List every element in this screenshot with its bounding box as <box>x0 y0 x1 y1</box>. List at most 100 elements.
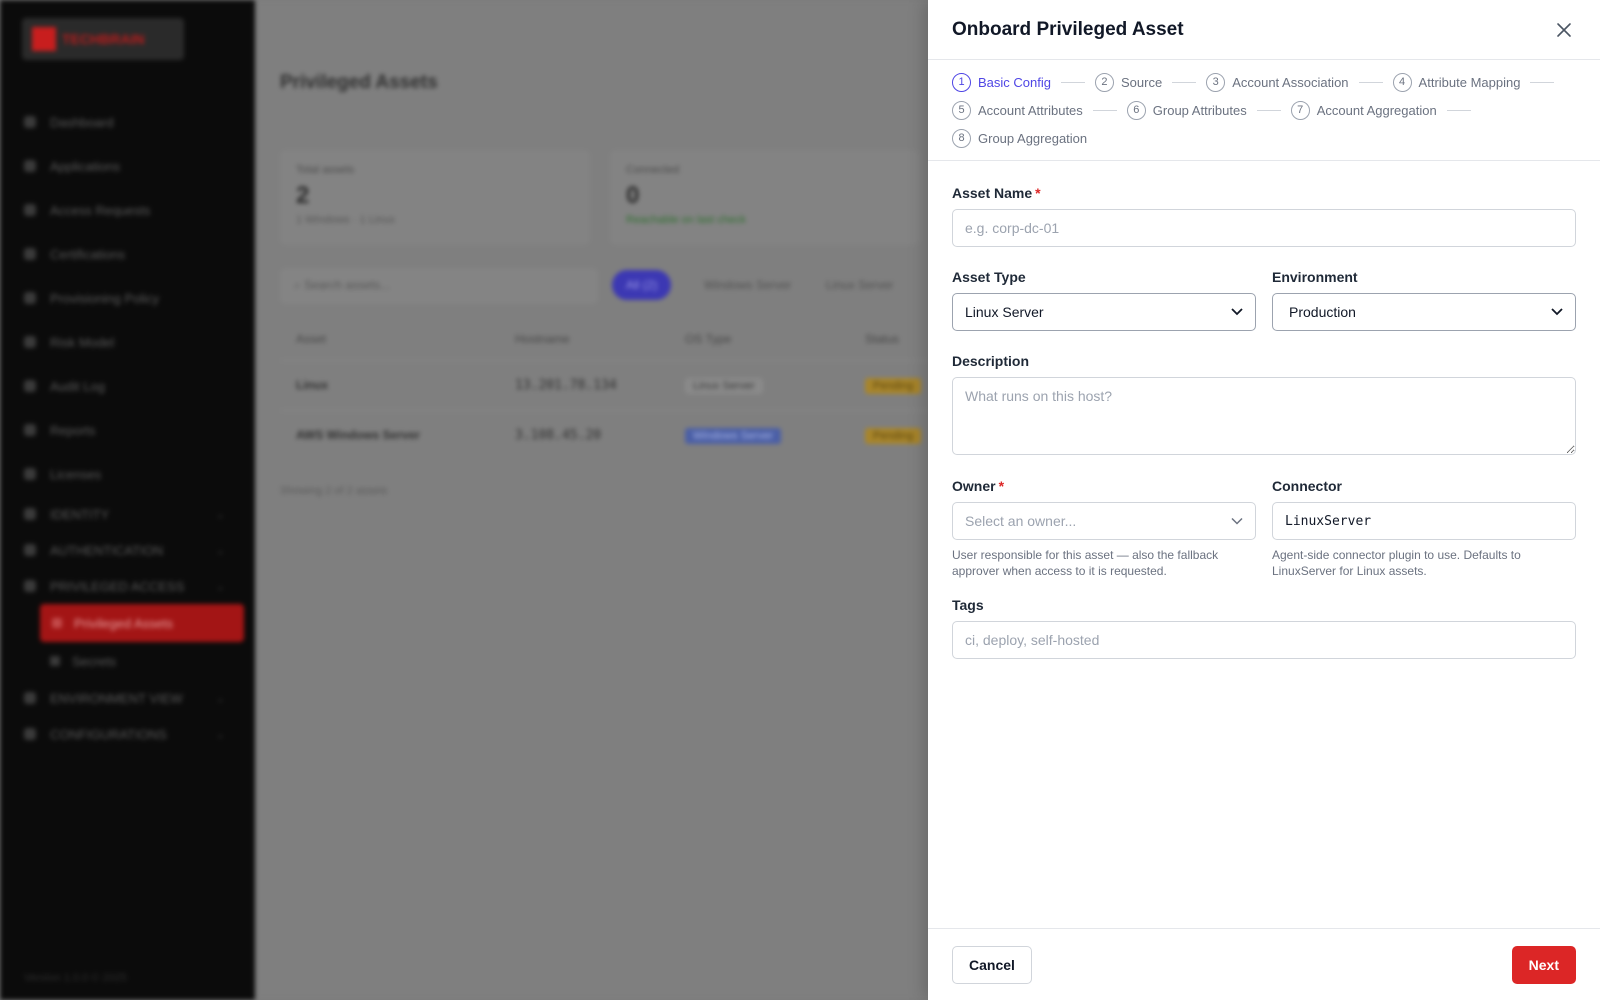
table-footnote: Showing 2 of 2 assets <box>280 485 388 497</box>
sidebar-item-secrets[interactable]: Secrets <box>0 642 255 680</box>
nav-icon <box>24 380 36 392</box>
step-account-association[interactable]: 3 Account Association <box>1206 72 1349 92</box>
cell-asset: AWS Windows Server <box>296 428 420 442</box>
asset-type-select[interactable]: Linux Server <box>952 293 1256 331</box>
filter-chip[interactable]: Windows Server <box>690 270 805 300</box>
environment-value: Production <box>1289 304 1356 320</box>
nav-icon <box>52 618 62 628</box>
type-env-row: Asset Type Linux Server Environment Prod… <box>952 269 1576 331</box>
step-label: Basic Config <box>978 74 1051 90</box>
nav-icon <box>24 508 36 520</box>
search-placeholder: Search assets... <box>304 278 391 292</box>
step-connector-line <box>1256 109 1281 111</box>
environment-select[interactable]: Production <box>1272 293 1576 331</box>
sidebar-item-label: ENVIRONMENT VIEW <box>50 690 183 706</box>
filter-chip[interactable]: Linux Server <box>812 270 907 300</box>
chevron-down-icon <box>1231 517 1243 525</box>
owner-placeholder: Select an owner... <box>965 513 1077 529</box>
asset-name-input[interactable] <box>952 209 1576 247</box>
sidebar-item[interactable]: Risk Model <box>0 320 255 364</box>
sidebar: TECHBRAIN Dashboard Applications Access … <box>0 0 255 1000</box>
sidebar-item-label: PRIVILEGED ACCESS <box>50 578 185 594</box>
sidebar-item-label: Risk Model <box>50 334 115 350</box>
tags-label: Tags <box>952 597 984 613</box>
owner-connector-row: Owner * Select an owner... User responsib… <box>952 478 1576 579</box>
asset-name-label: Asset Name * <box>952 185 1041 201</box>
step-account-aggregation[interactable]: 7 Account Aggregation <box>1290 100 1437 120</box>
nav-icon <box>24 336 36 348</box>
sidebar-item-label: Certifications <box>50 246 126 262</box>
step-number: 2 <box>1094 72 1114 92</box>
step-number: 7 <box>1290 100 1310 120</box>
sidebar-group[interactable]: PRIVILEGED ACCESS ⌄ <box>0 568 255 604</box>
sidebar-nav: Dashboard Applications Access Requests C… <box>0 100 255 752</box>
stat-label: Total assets <box>296 164 355 176</box>
stat-sub: Reachable on last check <box>626 214 746 226</box>
next-button[interactable]: Next <box>1511 945 1576 984</box>
assets-table: Asset Hostname OS Type Status Linux 13.2… <box>280 320 940 460</box>
description-textarea[interactable] <box>952 377 1576 455</box>
tags-input[interactable] <box>952 621 1576 659</box>
sidebar-item-label: Access Requests <box>50 202 151 218</box>
search-input[interactable]: ⌕ Search assets... <box>280 268 598 304</box>
step-account-attributes[interactable]: 5 Account Attributes <box>952 100 1083 120</box>
sidebar-group[interactable]: AUTHENTICATION ⌄ <box>0 532 255 568</box>
step-number: 1 <box>952 72 971 92</box>
step-source[interactable]: 2 Source <box>1094 72 1163 92</box>
nav-icon <box>24 468 36 480</box>
step-number: 5 <box>952 100 971 120</box>
step-attribute-mapping[interactable]: 4 Attribute Mapping <box>1392 72 1520 92</box>
drawer-title: Onboard Privileged Asset <box>952 18 1184 40</box>
sidebar-item-privileged-assets[interactable]: Privileged Assets <box>40 604 244 642</box>
status-badge: Pending <box>865 378 922 394</box>
sidebar-item[interactable]: Licenses <box>0 452 255 496</box>
nav-icon <box>50 656 60 666</box>
sidebar-item[interactable]: Reports <box>0 408 255 452</box>
step-group-aggregation[interactable]: 8 Group Aggregation <box>952 128 1087 148</box>
cell-host: 13.201.78.134 <box>515 378 617 393</box>
step-connector-line <box>1092 109 1117 111</box>
asset-type-label: Asset Type <box>952 269 1026 285</box>
chevron-down-icon <box>1231 308 1243 316</box>
sidebar-item[interactable]: Audit Log <box>0 364 255 408</box>
sidebar-group[interactable]: ENVIRONMENT VIEW ⌄ <box>0 680 255 716</box>
sidebar-item[interactable]: Access Requests <box>0 188 255 232</box>
required-mark: * <box>998 478 1005 494</box>
sidebar-item[interactable]: Dashboard <box>0 100 255 144</box>
sidebar-item-label: IDENTITY <box>50 506 110 522</box>
connector-help-text: Agent-side connector plugin to use. Defa… <box>1272 548 1521 578</box>
step-label: Source <box>1120 74 1163 90</box>
table-row[interactable]: Linux 13.201.78.134 Linux Server Pending <box>280 360 940 410</box>
sidebar-group[interactable]: CONFIGURATIONS ⌄ <box>0 716 255 752</box>
asset-type-value: Linux Server <box>965 304 1044 320</box>
owner-select[interactable]: Select an owner... <box>952 502 1256 540</box>
sidebar-footer: Version 1.0.0 © 2025 <box>24 972 127 984</box>
table-header: Hostname <box>515 332 570 346</box>
owner-label: Owner * <box>952 478 1005 494</box>
step-basic-config[interactable]: 1 Basic Config <box>952 72 1051 92</box>
sidebar-item[interactable]: Provisioning Policy <box>0 276 255 320</box>
nav-icon <box>24 204 36 216</box>
connector-input[interactable] <box>1272 502 1576 540</box>
sidebar-item-label: Secrets <box>72 653 117 669</box>
onboard-form: Asset Name* Asset Type Linux Server Envi… <box>928 161 1600 659</box>
status-badge: Pending <box>865 428 922 444</box>
chevron-down-icon: ⌄ <box>215 728 225 741</box>
required-mark: * <box>1035 185 1041 201</box>
os-badge: Linux Server <box>685 378 763 394</box>
filter-chip[interactable]: All (2) <box>612 270 672 300</box>
cancel-button[interactable]: Cancel <box>952 945 1032 984</box>
table-row[interactable]: AWS Windows Server 3.108.45.20 Windows S… <box>280 410 940 460</box>
step-connector-line <box>1446 109 1471 111</box>
nav-icon <box>24 160 36 172</box>
close-button[interactable] <box>1552 18 1576 42</box>
sidebar-item[interactable]: Certifications <box>0 232 255 276</box>
sidebar-item-label: Dashboard <box>50 114 114 130</box>
sidebar-group[interactable]: IDENTITY ⌄ <box>0 496 255 532</box>
sidebar-item[interactable]: Applications <box>0 144 255 188</box>
nav-icon <box>24 692 36 704</box>
tags-field: Tags <box>952 597 1576 659</box>
wizard-stepper: 1 Basic Config 2 Source 3 Account Associati… <box>928 60 1600 161</box>
step-group-attributes[interactable]: 6 Group Attributes <box>1126 100 1247 120</box>
sidebar-item-label: Applications <box>50 158 121 174</box>
